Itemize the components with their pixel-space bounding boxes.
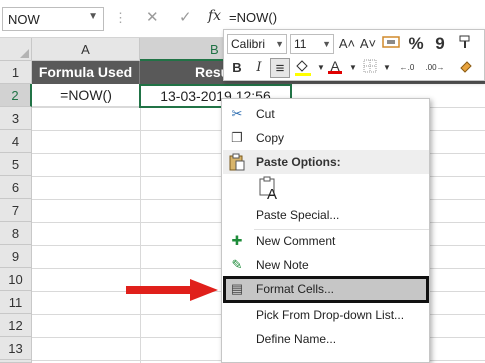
menu-item-label: Paste Special... [256,208,340,222]
chevron-down-icon[interactable]: ▼ [275,35,284,53]
menu-item-label: New Note [256,258,309,272]
menu-item-cut[interactable]: ✂ Cut [223,102,429,126]
enter-icon[interactable]: ✓ [179,8,192,26]
row-header-5[interactable]: 5 [0,153,32,176]
menu-item-new-comment[interactable]: ✚ New Comment [223,229,429,253]
select-all-icon [20,49,29,58]
clipboard-glyph [229,153,245,171]
menu-item-format-cells[interactable]: ▤ Format Cells... [223,276,429,303]
new-note-icon: ✎ [231,257,243,272]
percent-style-icon[interactable]: % [406,34,426,54]
name-box-value: NOW [8,12,40,27]
menu-section-label: Paste Options: [256,155,341,169]
paste-option-letter: A [267,186,278,203]
menu-item-label: New Comment [256,234,336,248]
font-color-swatch [328,71,342,74]
context-menu: ✂ Cut ❐ Copy Paste Options: A Paste Spec… [221,98,430,363]
menu-item-copy[interactable]: ❐ Copy [223,126,429,150]
row-header-10[interactable]: 10 [0,268,32,291]
formula-input[interactable]: =NOW() [229,10,277,25]
center-align-button[interactable]: ≡ [270,58,290,78]
menu-item-label: Copy [256,131,285,145]
mini-toolbar: Calibri ▼ 11 ▼ A˄ A˅ % 9 B I ≡ ▼ A ▼ ▼ ←… [223,29,485,81]
red-arrow-annotation [126,279,218,301]
cancel-icon[interactable]: ✕ [146,8,159,26]
eraser-glyph [460,61,472,73]
paste-values-option-icon[interactable]: A [258,176,282,204]
scissors-icon: ✂ [231,106,243,121]
cell-a2[interactable]: =NOW() [32,84,140,107]
grow-font-icon[interactable]: A˄ [337,34,357,54]
fill-color-icon[interactable] [293,58,313,78]
font-size-value: 11 [294,37,307,51]
arrow-head [190,279,218,301]
decrease-decimal-icon[interactable]: .00→ [421,58,449,78]
row-header-9[interactable]: 9 [0,245,32,268]
menu-item-paste-special[interactable]: Paste Special... [223,203,429,227]
row-header-4[interactable]: 4 [0,130,32,153]
bold-button[interactable]: B [227,58,247,78]
row-header-13[interactable]: 13 [0,337,32,360]
number-format-icon[interactable] [381,34,401,54]
name-box[interactable]: NOW ▼ [2,7,104,31]
menu-item-pick-from-list[interactable]: Pick From Drop-down List... [223,303,429,327]
borders-glyph [363,59,377,73]
row-header-11[interactable]: 11 [0,291,32,314]
menu-item-label: Pick From Drop-down List... [256,308,405,322]
row-header-6[interactable]: 6 [0,176,32,199]
column-header-a[interactable]: A [32,38,140,61]
chevron-down-icon[interactable]: ▼ [322,35,331,53]
menu-item-label: Format Cells... [256,282,335,296]
font-name-value: Calibri [231,37,266,51]
paste-icon [228,153,246,171]
font-size-combo[interactable]: 11 ▼ [290,34,334,54]
number-format-glyph [382,36,400,48]
row-header-7[interactable]: 7 [0,199,32,222]
comma-style-icon[interactable]: 9 [430,34,450,54]
menu-item-define-name[interactable]: Define Name... [223,327,429,351]
eraser-icon[interactable] [456,58,476,78]
paint-brush-glyph [459,35,470,48]
menu-item-label: Define Name... [256,332,337,346]
font-name-combo[interactable]: Calibri ▼ [227,34,287,54]
menu-item-new-note[interactable]: ✎ New Note [223,253,429,277]
new-comment-icon: ✚ [231,233,243,248]
row-header-1[interactable]: 1 [0,61,32,84]
formula-bar-separator: ⋮ [114,10,127,25]
shrink-font-icon[interactable]: A˅ [358,34,378,54]
row-header-3[interactable]: 3 [0,107,32,130]
arrow-shaft [126,286,194,294]
name-box-dropdown-icon[interactable]: ▼ [88,11,98,22]
font-color-icon[interactable]: A [325,56,345,76]
row-header-8[interactable]: 8 [0,222,32,245]
increase-decimal-icon[interactable]: ←.0 [394,58,420,78]
insert-function-icon[interactable]: fx [208,8,221,24]
select-all-button[interactable] [0,38,32,61]
row-header-12[interactable]: 12 [0,314,32,337]
row-header-2[interactable]: 2 [0,84,32,107]
format-cells-icon: ▤ [230,281,244,296]
cell-a1[interactable]: Formula Used [32,61,140,84]
menu-item-label: Cut [256,107,275,121]
format-painter-icon[interactable] [456,34,476,54]
menu-section-paste-options: Paste Options: [223,150,429,174]
paint-bucket-glyph [295,60,311,76]
italic-button[interactable]: I [249,58,269,78]
copy-icon: ❐ [231,130,243,145]
